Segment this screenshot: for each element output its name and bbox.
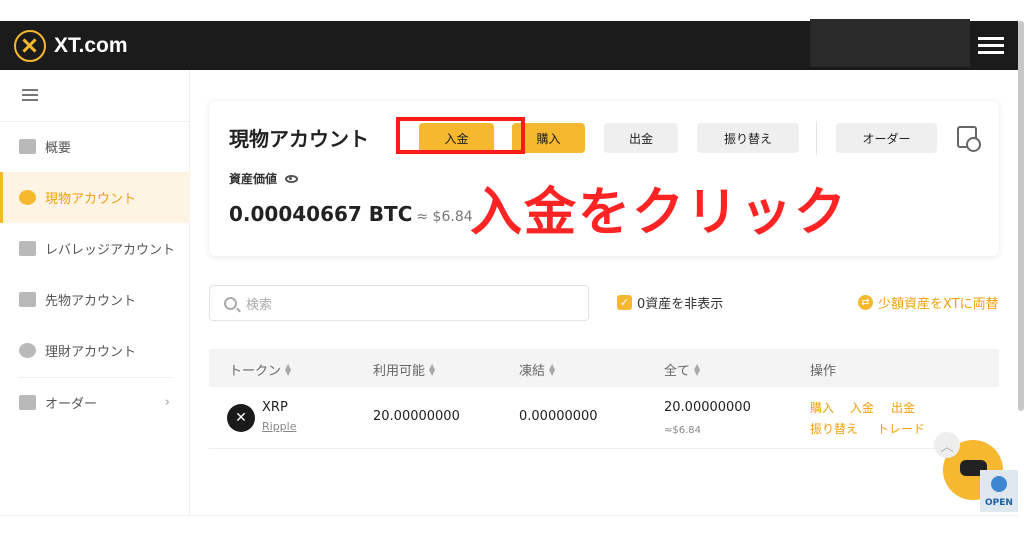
pie-chart-icon [19, 190, 36, 205]
sidebar-item-futures-account[interactable]: 先物アカウント [0, 274, 190, 325]
hide-zero-label: 0資産を非表示 [637, 297, 724, 312]
column-header-label: 操作 [810, 364, 837, 379]
futures-icon [19, 292, 36, 307]
logo-text: XT.com [54, 34, 128, 57]
open-badge[interactable]: OPEN [980, 470, 1018, 512]
table-header: トークン ▲ ▼ 利用可能 ▲ ▼ 凍結 ▲ ▼ 全て ▲ ▼ 操作 [209, 349, 999, 387]
chevron-right-icon: › [164, 395, 170, 410]
total-usd: ≈$6.84 [664, 425, 702, 436]
total-amount: 20.00000000 [664, 400, 751, 415]
token-name-link[interactable]: Ripple [262, 420, 297, 433]
column-header-label: 利用可能 [373, 364, 426, 379]
column-header-token[interactable]: トークン ▲ ▼ [229, 360, 291, 379]
xt-logo-icon [14, 30, 46, 62]
search-input[interactable]: 検索 [209, 285, 589, 321]
sidebar-item-margin-account[interactable]: レバレッジアカウント [0, 223, 190, 274]
eye-icon[interactable] [285, 174, 299, 183]
button-separator [816, 121, 817, 155]
column-header-total[interactable]: 全て ▲ ▼ [664, 360, 700, 379]
row-withdraw-link[interactable]: 出金 [891, 399, 915, 416]
sidebar-item-orders[interactable]: オーダー › [0, 377, 190, 428]
annotation-text: 入金をクリック [470, 183, 849, 243]
convert-small-assets-link[interactable]: ⇄ 少額資産をXTに両替 [858, 293, 1000, 312]
sort-icon: ▲ ▼ [694, 361, 701, 377]
search-placeholder: 検索 [246, 297, 273, 313]
sidebar-item-label: 先物アカウント [45, 294, 137, 309]
table-row: ✕ XRP Ripple 20.00000000 0.00000000 20.0… [209, 387, 999, 449]
asset-value-label: 資産価値 [229, 170, 299, 187]
column-header-label: 凍結 [519, 364, 546, 379]
sidebar-item-label: 現物アカウント [45, 192, 137, 207]
row-trade-link[interactable]: トレード [877, 420, 925, 437]
transfer-button[interactable]: 振り替え [697, 123, 799, 153]
balance-btc: 0.00040667 BTC [229, 202, 413, 226]
search-icon [224, 296, 237, 310]
sidebar-item-label: 概要 [45, 141, 72, 156]
hamburger-menu-icon[interactable] [978, 37, 1004, 55]
sidebar: 概要 現物アカウント レバレッジアカウント 先物アカウント 理財アカウント オー… [0, 70, 190, 515]
sidebar-item-spot-account[interactable]: 現物アカウント [0, 172, 190, 223]
column-header-label: 全て [664, 364, 691, 379]
hide-zero-assets-checkbox[interactable]: ✓ 0資産を非表示 [617, 293, 723, 312]
sidebar-item-label: オーダー [45, 397, 98, 412]
sort-icon: ▲ ▼ [549, 361, 556, 377]
withdraw-button[interactable]: 出金 [604, 123, 678, 153]
sort-icon: ▲ ▼ [285, 361, 292, 377]
convert-label: 少額資産をXTに両替 [878, 297, 999, 312]
row-transfer-link[interactable]: 振り替え [810, 420, 858, 437]
convert-icon: ⇄ [858, 295, 873, 310]
orders-button[interactable]: オーダー [836, 123, 937, 153]
balance-amount: 0.00040667 BTC ≈ $6.84 [229, 202, 473, 226]
collapse-sidebar-icon[interactable] [22, 89, 38, 101]
scroll-to-top-button[interactable]: ︿ [934, 432, 960, 458]
sidebar-item-overview[interactable]: 概要 [0, 121, 190, 172]
sliders-icon [19, 241, 36, 256]
xrp-coin-icon: ✕ [227, 404, 255, 432]
open-badge-icon [991, 476, 1007, 492]
open-badge-label: OPEN [985, 498, 1013, 508]
sidebar-item-label: 理財アカウント [45, 345, 137, 360]
page-bottom-divider [0, 515, 1018, 516]
row-deposit-link[interactable]: 入金 [850, 399, 874, 416]
column-header-actions: 操作 [810, 360, 836, 379]
column-header-label: トークン [229, 364, 282, 379]
sidebar-item-label: レバレッジアカウント [45, 243, 176, 258]
balance-usd: ≈ $6.84 [416, 209, 473, 225]
finance-icon [19, 343, 36, 358]
sort-icon: ▲ ▼ [429, 361, 436, 377]
clipboard-icon [19, 395, 36, 410]
frozen-amount: 0.00000000 [519, 409, 598, 424]
deposit-highlight-box [396, 117, 525, 154]
redacted-user-area [810, 19, 970, 67]
page-title: 現物アカウント [229, 127, 369, 151]
top-navigation-bar: XT.com [0, 19, 1018, 70]
xt-logo[interactable]: XT.com [14, 30, 128, 62]
sidebar-item-finance-account[interactable]: 理財アカウント [0, 325, 190, 376]
row-buy-link[interactable]: 購入 [810, 399, 834, 416]
asset-value-text: 資産価値 [229, 172, 278, 186]
wallet-icon [19, 139, 36, 154]
checkbox-checked-icon: ✓ [617, 295, 632, 310]
column-header-available[interactable]: 利用可能 ▲ ▼ [373, 360, 435, 379]
column-header-frozen[interactable]: 凍結 ▲ ▼ [519, 360, 555, 379]
page-scrollbar[interactable] [1018, 21, 1024, 411]
token-symbol: XRP [262, 400, 288, 415]
available-amount: 20.00000000 [373, 409, 460, 424]
history-icon[interactable] [957, 126, 981, 152]
